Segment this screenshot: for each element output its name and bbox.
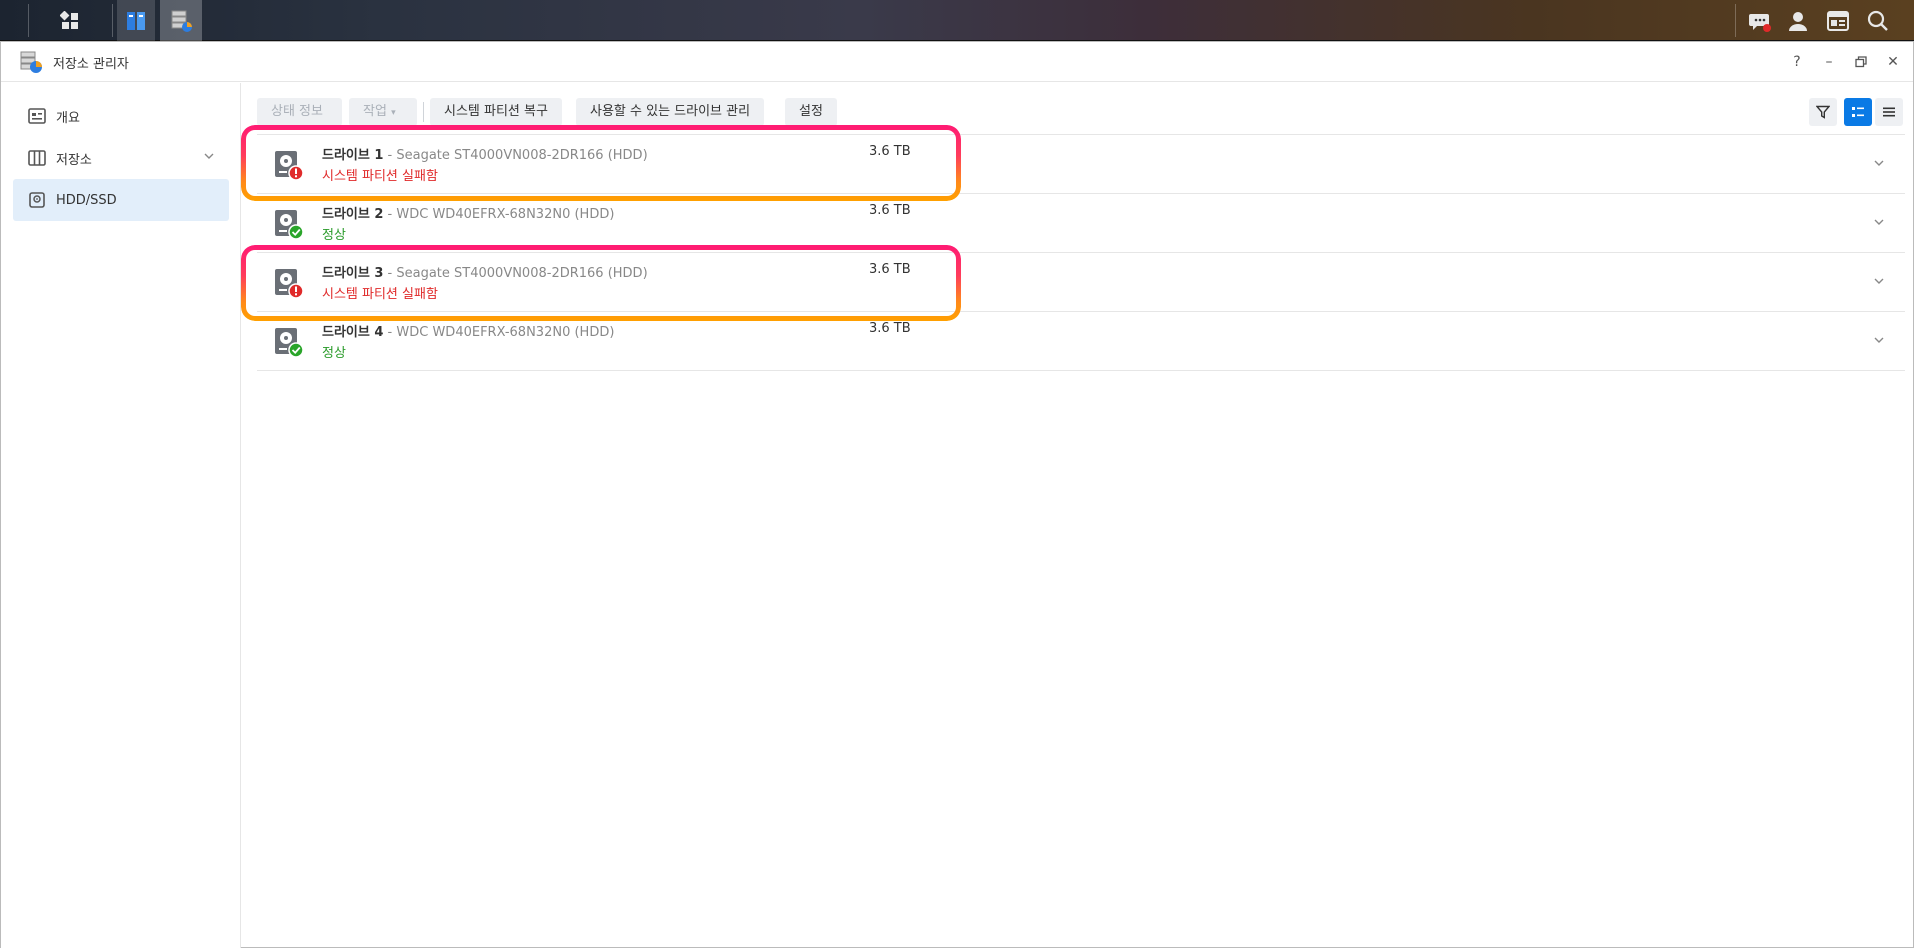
drive-size: 3.6 TB <box>869 262 911 277</box>
chevron-down-icon[interactable] <box>203 150 215 166</box>
sidebar-item-label: 개요 <box>56 110 80 126</box>
taskbar-separator <box>28 4 29 37</box>
compact-view-button[interactable] <box>1875 98 1903 126</box>
sidebar: 개요 저장소 HDD/SSD <box>1 83 241 948</box>
user-button[interactable] <box>1780 0 1816 41</box>
widgets-button[interactable] <box>1820 0 1856 41</box>
file-station-icon <box>124 9 148 33</box>
hdd-icon <box>28 191 46 209</box>
overview-icon <box>28 107 46 125</box>
restore-system-partition-button[interactable]: 시스템 파티션 복구 <box>430 98 562 126</box>
drive-model: - Seagate ST4000VN008-2DR166 (HDD) <box>383 148 648 163</box>
filter-button[interactable] <box>1809 98 1837 126</box>
drive-model: - WDC WD40EFRX-68N32N0 (HDD) <box>383 325 615 340</box>
minimize-button[interactable]: – <box>1819 52 1839 72</box>
sidebar-item-storage[interactable]: 저장소 <box>13 137 229 179</box>
drive-row-2[interactable]: 드라이브 2 - WDC WD40EFRX-68N32N0 (HDD) 정상 3… <box>257 194 1905 253</box>
close-button[interactable]: ✕ <box>1883 52 1903 72</box>
drive-status: 시스템 파티션 실패함 <box>322 169 438 184</box>
chevron-down-icon[interactable] <box>1873 216 1885 232</box>
user-icon <box>1786 9 1810 33</box>
drive-status: 시스템 파티션 실패함 <box>322 287 438 302</box>
chevron-down-icon[interactable] <box>1873 157 1885 173</box>
restore-icon <box>1855 56 1867 68</box>
storage-manager-icon <box>168 8 194 34</box>
action-label: 작업 <box>363 104 387 119</box>
drive-title: 드라이브 1 - Seagate ST4000VN008-2DR166 (HDD… <box>322 144 648 163</box>
main-menu-button[interactable] <box>50 0 90 41</box>
drive-name: 드라이브 2 <box>322 207 384 222</box>
settings-button[interactable]: 설정 <box>785 98 837 126</box>
drive-status: 정상 <box>322 346 346 361</box>
drive-row-4[interactable]: 드라이브 4 - WDC WD40EFRX-68N32N0 (HDD) 정상 3… <box>257 312 1905 371</box>
drive-title: 드라이브 4 - WDC WD40EFRX-68N32N0 (HDD) <box>322 321 614 340</box>
grid-icon <box>60 10 80 31</box>
manage-available-drives-button[interactable]: 사용할 수 있는 드라이브 관리 <box>576 98 765 126</box>
window-titlebar[interactable]: 저장소 관리자 ? – ✕ <box>1 42 1913 82</box>
taskbar-storage-manager[interactable] <box>160 0 202 41</box>
list-view-button[interactable] <box>1844 98 1872 126</box>
drive-title: 드라이브 2 - WDC WD40EFRX-68N32N0 (HDD) <box>322 203 614 222</box>
taskbar <box>0 0 1914 41</box>
taskbar-file-station[interactable] <box>117 0 155 41</box>
chevron-down-icon[interactable] <box>1873 334 1885 350</box>
sidebar-item-hdd-ssd[interactable]: HDD/SSD <box>13 179 229 221</box>
taskbar-separator <box>1735 4 1736 37</box>
storage-icon <box>28 149 46 167</box>
storage-manager-window: 저장소 관리자 ? – ✕ 개요 저장소 HDD/SSD 상태 정보 작업 ▾ … <box>0 41 1914 948</box>
drive-size: 3.6 TB <box>869 144 911 159</box>
drive-model: - WDC WD40EFRX-68N32N0 (HDD) <box>383 207 615 222</box>
sidebar-item-overview[interactable]: 개요 <box>13 95 229 137</box>
hdd-ok-icon <box>273 326 304 358</box>
caret-down-icon: ▾ <box>391 108 396 118</box>
chevron-down-icon[interactable] <box>1873 275 1885 291</box>
drive-name: 드라이브 3 <box>322 266 384 281</box>
widget-icon <box>1826 9 1850 33</box>
drive-title: 드라이브 3 - Seagate ST4000VN008-2DR166 (HDD… <box>322 262 648 281</box>
filter-icon <box>1816 105 1830 119</box>
maximize-button[interactable] <box>1851 52 1871 72</box>
search-button[interactable] <box>1860 0 1896 41</box>
storage-manager-icon <box>19 50 43 74</box>
menu-lines-icon <box>1883 107 1895 117</box>
hdd-ok-icon <box>273 208 304 240</box>
sidebar-item-label: HDD/SSD <box>56 192 117 208</box>
status-info-button[interactable]: 상태 정보 <box>257 98 342 126</box>
chat-notification-icon <box>1748 9 1772 33</box>
hdd-error-icon <box>273 267 304 299</box>
drive-row-3[interactable]: 드라이브 3 - Seagate ST4000VN008-2DR166 (HDD… <box>257 253 1905 312</box>
detail-list-icon <box>1852 107 1864 117</box>
drive-model: - Seagate ST4000VN008-2DR166 (HDD) <box>383 266 648 281</box>
drive-status: 정상 <box>322 228 346 243</box>
search-icon <box>1866 9 1890 33</box>
drive-name: 드라이브 4 <box>322 325 384 340</box>
toolbar-separator <box>423 102 424 122</box>
notifications-button[interactable] <box>1742 0 1778 41</box>
drive-size: 3.6 TB <box>869 203 911 218</box>
taskbar-separator <box>112 4 113 37</box>
window-title: 저장소 관리자 <box>53 57 129 72</box>
action-dropdown-button[interactable]: 작업 ▾ <box>349 98 417 126</box>
drive-name: 드라이브 1 <box>322 148 384 163</box>
drive-row-1[interactable]: 드라이브 1 - Seagate ST4000VN008-2DR166 (HDD… <box>257 135 1905 194</box>
drive-size: 3.6 TB <box>869 321 911 336</box>
hdd-error-icon <box>273 149 304 181</box>
help-button[interactable]: ? <box>1787 52 1807 72</box>
sidebar-item-label: 저장소 <box>56 152 92 168</box>
